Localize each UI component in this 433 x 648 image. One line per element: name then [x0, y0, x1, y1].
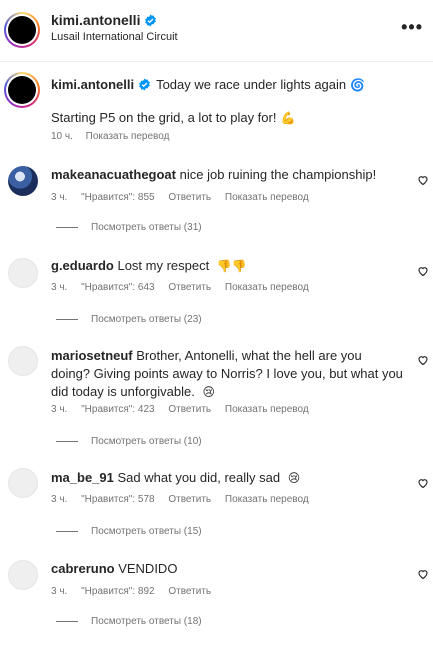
comment-meta: 3 ч. "Нравится": 892 Ответить: [51, 586, 222, 597]
reply-button[interactable]: Ответить: [168, 192, 211, 203]
comment-text: ma_be_91 Sad what you did, really sad 😢: [51, 469, 403, 487]
verified-badge-icon: [139, 78, 150, 91]
header-username-text[interactable]: kimi.antonelli: [51, 12, 140, 28]
comment-time: 3 ч.: [51, 586, 68, 597]
comment-text: cabreruno VENDIDO: [51, 560, 403, 578]
caption-time: 10 ч.: [51, 131, 73, 142]
comment-time: 3 ч.: [51, 282, 68, 293]
translate-link[interactable]: Показать перевод: [225, 282, 309, 293]
comment-body: nice job ruining the championship!: [179, 167, 377, 182]
more-horizontal-icon[interactable]: •••: [401, 18, 423, 36]
divider: [56, 441, 78, 442]
comment-body: VENDIDO: [118, 561, 178, 576]
comment-username[interactable]: ma_be_91: [51, 470, 114, 485]
comment-meta: 3 ч. "Нравится": 423 Ответить Показать п…: [51, 404, 320, 415]
avatar[interactable]: [8, 468, 38, 498]
comment-meta: 3 ч. "Нравится": 578 Ответить Показать п…: [51, 494, 320, 505]
heart-icon[interactable]: [417, 568, 429, 580]
comment-username[interactable]: cabreruno: [51, 561, 115, 576]
view-replies-label[interactable]: Посмотреть ответы (15): [91, 526, 202, 537]
view-replies-button[interactable]: Посмотреть ответы (10): [56, 436, 202, 447]
likes-count[interactable]: "Нравится": 578: [81, 494, 154, 505]
view-replies-label[interactable]: Посмотреть ответы (18): [91, 616, 202, 627]
avatar[interactable]: [8, 166, 38, 196]
caption-text-1: Today we race under lights again: [156, 77, 347, 92]
thumbs-down-emoji-icon: 👎👎: [216, 259, 247, 273]
caption-text-2-content: Starting P5 on the grid, a lot to play f…: [51, 110, 277, 125]
view-replies-label[interactable]: Посмотреть ответы (23): [91, 314, 202, 325]
flexed-biceps-emoji-icon: 💪: [280, 111, 296, 125]
sad-face-emoji-icon: 😢: [287, 471, 301, 485]
translate-link[interactable]: Показать перевод: [225, 404, 309, 415]
avatar[interactable]: [8, 560, 38, 590]
heart-icon[interactable]: [417, 354, 429, 366]
translate-link[interactable]: Показать перевод: [225, 494, 309, 505]
likes-count[interactable]: "Нравится": 423: [81, 404, 154, 415]
view-replies-label[interactable]: Посмотреть ответы (10): [91, 436, 202, 447]
comment-meta: 3 ч. "Нравится": 855 Ответить Показать п…: [51, 192, 320, 203]
comment-time: 3 ч.: [51, 494, 68, 505]
profile-avatar[interactable]: [4, 12, 40, 48]
divider: [56, 319, 78, 320]
comment-username[interactable]: makeanacuathegoat: [51, 167, 176, 182]
view-replies-button[interactable]: Посмотреть ответы (18): [56, 616, 202, 627]
avatar[interactable]: [8, 258, 38, 288]
heart-icon[interactable]: [417, 174, 429, 186]
view-replies-button[interactable]: Посмотреть ответы (15): [56, 526, 202, 537]
reply-button[interactable]: Ответить: [168, 404, 211, 415]
likes-count[interactable]: "Нравится": 643: [81, 282, 154, 293]
reply-button[interactable]: Ответить: [168, 282, 211, 293]
post-header: kimi.antonelli Lusail International Circ…: [0, 0, 433, 62]
swirl-emoji-icon: 🌀: [350, 77, 366, 92]
comment-text: g.eduardo Lost my respect 👎👎: [51, 257, 403, 275]
divider: [56, 621, 78, 622]
heart-icon[interactable]: [417, 265, 429, 277]
heart-icon[interactable]: [417, 477, 429, 489]
comment-body: Sad what you did, really sad: [117, 470, 281, 485]
view-replies-button[interactable]: Посмотреть ответы (31): [56, 222, 202, 233]
caption-text-2: Starting P5 on the grid, a lot to play f…: [51, 110, 295, 125]
reply-button[interactable]: Ответить: [168, 494, 211, 505]
verified-badge-icon: [145, 14, 157, 26]
view-replies-label[interactable]: Посмотреть ответы (31): [91, 222, 202, 233]
caption-translate-link[interactable]: Показать перевод: [86, 131, 170, 142]
likes-count[interactable]: "Нравится": 855: [81, 192, 154, 203]
view-replies-button[interactable]: Посмотреть ответы (23): [56, 314, 202, 325]
comment-text: makeanacuathegoat nice job ruining the c…: [51, 166, 403, 184]
caption-line: kimi.antonelli Today we race under light…: [51, 77, 365, 92]
header-username[interactable]: kimi.antonelli: [51, 12, 157, 28]
comment-time: 3 ч.: [51, 192, 68, 203]
reply-button[interactable]: Ответить: [168, 586, 211, 597]
divider: [56, 227, 78, 228]
sad-face-emoji-icon: 😢: [202, 385, 215, 399]
divider: [56, 531, 78, 532]
location-link[interactable]: Lusail International Circuit: [51, 31, 178, 43]
likes-count[interactable]: "Нравится": 892: [81, 586, 154, 597]
comment-meta: 3 ч. "Нравится": 643 Ответить Показать п…: [51, 282, 320, 293]
comment-username[interactable]: mariosetneuf: [51, 348, 133, 363]
avatar[interactable]: [8, 346, 38, 376]
comment-text: mariosetneuf Brother, Antonelli, what th…: [51, 347, 403, 401]
translate-link[interactable]: Показать перевод: [225, 192, 309, 203]
comment-body: Lost my respect: [117, 258, 210, 273]
caption-avatar[interactable]: [4, 72, 40, 108]
caption-username[interactable]: kimi.antonelli: [51, 77, 134, 92]
comment-username[interactable]: g.eduardo: [51, 258, 114, 273]
comment-time: 3 ч.: [51, 404, 68, 415]
caption-meta: 10 ч. Показать перевод: [51, 131, 179, 142]
